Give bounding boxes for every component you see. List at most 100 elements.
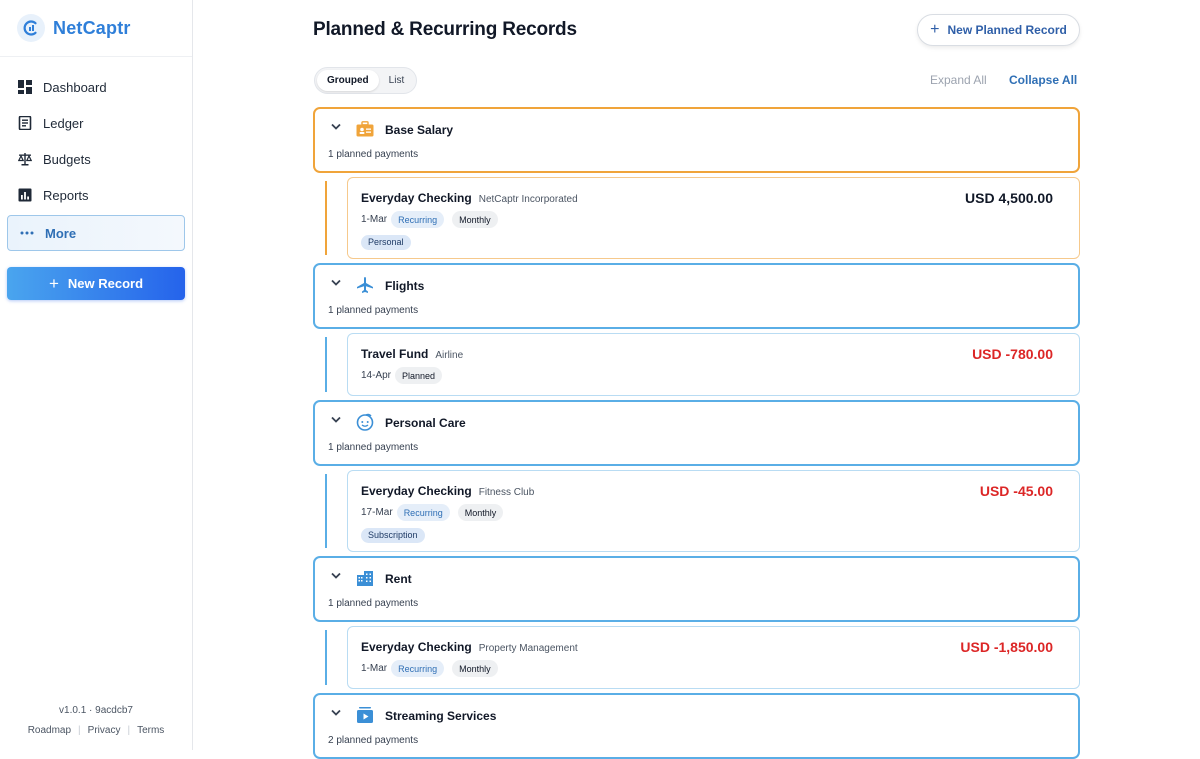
- more-dots-icon: [20, 231, 34, 235]
- group-records: Everyday Checking Fitness Club USD -45.0…: [313, 470, 1080, 552]
- record-tags: Personal: [361, 232, 411, 250]
- record-card[interactable]: Everyday Checking NetCaptr Incorporated …: [347, 177, 1080, 259]
- roadmap-link[interactable]: Roadmap: [28, 725, 71, 736]
- record-date: 14-Apr: [361, 370, 392, 381]
- record-payee: Fitness Club: [478, 487, 535, 498]
- frequency-badge: Monthly: [452, 211, 498, 228]
- group-count: 1 planned payments: [328, 598, 419, 609]
- status-badge: Recurring: [391, 211, 445, 228]
- new-planned-label: New Planned Record: [947, 23, 1067, 37]
- airplane-icon: [355, 275, 375, 295]
- group-name: Base Salary: [385, 123, 454, 137]
- group-header[interactable]: Base Salary 1 planned payments: [313, 107, 1080, 173]
- view-option-grouped[interactable]: Grouped: [317, 70, 379, 91]
- record-amount: USD 4,500.00: [965, 190, 1053, 206]
- group-name: Rent: [385, 572, 412, 586]
- status-badge: Planned: [395, 367, 443, 384]
- group-count: 2 planned payments: [328, 735, 419, 746]
- record-date: 17-Mar: [361, 507, 393, 518]
- group-header[interactable]: Personal Care 1 planned payments: [313, 400, 1080, 466]
- group-records: Travel Fund Airline USD -780.00 14-Apr P…: [313, 333, 1080, 396]
- record-title-line: Everyday Checking Fitness Club: [361, 484, 534, 498]
- footer-links: Roadmap | Privacy | Terms: [0, 725, 192, 736]
- brand[interactable]: NetCaptr: [0, 0, 192, 57]
- record-account: Everyday Checking: [361, 484, 472, 498]
- group-name: Streaming Services: [385, 709, 497, 723]
- terms-link[interactable]: Terms: [137, 725, 164, 736]
- group-count: 1 planned payments: [328, 305, 419, 316]
- privacy-link[interactable]: Privacy: [88, 725, 121, 736]
- record-account: Everyday Checking: [361, 191, 472, 205]
- sidebar-item-label: Reports: [43, 187, 89, 203]
- record-tags: Subscription: [361, 525, 425, 543]
- record-payee: Airline: [435, 350, 464, 361]
- record-account: Travel Fund: [361, 347, 429, 361]
- sidebar-item-label: More: [45, 225, 77, 241]
- group-streaming-services: Streaming Services 2 planned payments: [313, 693, 1080, 759]
- new-planned-record-button[interactable]: + New Planned Record: [917, 14, 1080, 46]
- sidebar-item-dashboard[interactable]: Dashboard: [0, 69, 192, 105]
- divider: |: [78, 725, 81, 736]
- sidebar-item-label: Dashboard: [43, 79, 107, 95]
- record-card[interactable]: Everyday Checking Fitness Club USD -45.0…: [347, 470, 1080, 552]
- new-record-button[interactable]: + New Record: [7, 267, 185, 300]
- chevron-down-icon[interactable]: [331, 570, 341, 582]
- netcaptr-logo-icon: [17, 14, 45, 42]
- collapse-all-button[interactable]: Collapse All: [1009, 73, 1077, 87]
- group-header[interactable]: Flights 1 planned payments: [313, 263, 1080, 329]
- record-payee: Property Management: [478, 643, 578, 654]
- dashboard-icon: [18, 80, 32, 94]
- play-box-icon: [355, 705, 375, 725]
- record-date: 1-Mar: [361, 663, 388, 674]
- chevron-down-icon[interactable]: [331, 414, 341, 426]
- tag-badge: Personal: [361, 234, 411, 250]
- chevron-down-icon[interactable]: [331, 277, 341, 289]
- sidebar-footer: v1.0.1 · 9acdcb7 Roadmap | Privacy | Terms: [0, 705, 192, 736]
- sidebar-item-reports[interactable]: Reports: [0, 177, 192, 213]
- group-records: Everyday Checking Property Management US…: [313, 626, 1080, 689]
- sidebar-item-ledger[interactable]: Ledger: [0, 105, 192, 141]
- sidebar-item-label: Ledger: [43, 115, 84, 131]
- page-title: Planned & Recurring Records: [313, 19, 577, 40]
- group-header[interactable]: Rent 1 planned payments: [313, 556, 1080, 622]
- sidebar-nav: Dashboard Ledger Budgets Reports More: [0, 57, 192, 251]
- group-rent: Rent 1 planned payments Everyday Checkin…: [313, 556, 1080, 689]
- scale-icon: [18, 152, 32, 166]
- record-amount: USD -1,850.00: [960, 639, 1053, 655]
- main-content: Planned & Recurring Records + New Planne…: [193, 0, 1200, 759]
- record-amount: USD -780.00: [972, 346, 1053, 362]
- group-count: 1 planned payments: [328, 149, 419, 160]
- face-icon: [355, 412, 375, 432]
- chevron-down-icon[interactable]: [331, 121, 341, 133]
- record-card[interactable]: Travel Fund Airline USD -780.00 14-Apr P…: [347, 333, 1080, 396]
- record-title-line: Travel Fund Airline: [361, 347, 463, 361]
- sidebar-item-label: Budgets: [43, 151, 91, 167]
- group-header[interactable]: Streaming Services 2 planned payments: [313, 693, 1080, 759]
- record-card[interactable]: Everyday Checking Property Management US…: [347, 626, 1080, 689]
- group-count: 1 planned payments: [328, 442, 419, 453]
- record-groups: Base Salary 1 planned payments Everyday …: [313, 107, 1080, 759]
- record-amount: USD -45.00: [979, 483, 1053, 499]
- expand-all-button[interactable]: Expand All: [930, 73, 987, 87]
- briefcase-icon: [355, 119, 375, 139]
- record-meta: 1-Mar Recurring Monthly: [361, 660, 504, 677]
- record-account: Everyday Checking: [361, 640, 472, 654]
- chevron-down-icon[interactable]: [331, 707, 341, 719]
- view-option-list[interactable]: List: [379, 70, 415, 91]
- view-toggle: Grouped List: [314, 67, 418, 94]
- new-record-label: New Record: [67, 276, 144, 291]
- building-icon: [355, 568, 375, 588]
- sidebar: NetCaptr Dashboard Ledger Budgets Report…: [0, 0, 193, 750]
- sidebar-item-budgets[interactable]: Budgets: [0, 141, 192, 177]
- version-label: v1.0.1 · 9acdcb7: [59, 705, 133, 716]
- frequency-badge: Monthly: [452, 660, 498, 677]
- plus-icon: +: [48, 274, 59, 293]
- record-title-line: Everyday Checking NetCaptr Incorporated: [361, 191, 578, 205]
- frequency-badge: Monthly: [457, 504, 504, 521]
- reports-icon: [18, 188, 32, 202]
- group-flights: Flights 1 planned payments Travel Fund A…: [313, 263, 1080, 396]
- record-meta: 1-Mar Recurring Monthly: [361, 211, 504, 228]
- sidebar-item-more[interactable]: More: [7, 215, 185, 251]
- plus-icon: +: [930, 21, 940, 38]
- brand-name: NetCaptr: [53, 17, 131, 38]
